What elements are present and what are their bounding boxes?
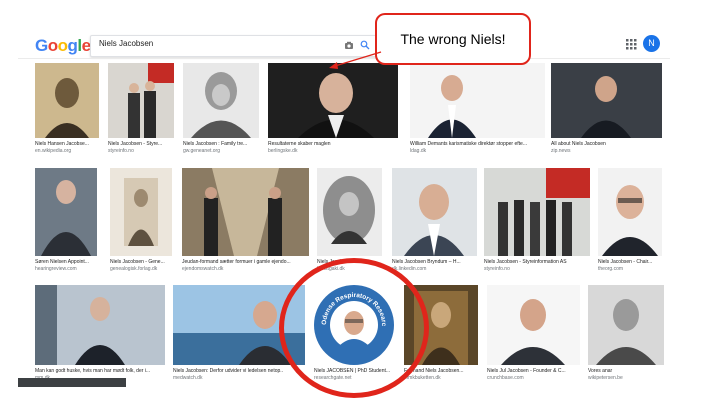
result-title[interactable]: Man kan godt huske, hvis man har mødt fo… [35,368,165,374]
result-image-13[interactable] [598,168,662,256]
apps-grid-icon[interactable] [626,39,637,50]
avatar[interactable]: N [643,35,660,52]
result-title[interactable]: Niels Hansen Jacobse... [35,141,105,147]
result-image-3[interactable] [183,63,259,138]
result-source: gw.geneanet.org [183,148,220,154]
result-source: hearingreview.com [35,266,77,272]
result-image-7[interactable] [35,168,97,256]
result-source: dk.linkedin.com [392,266,427,272]
result-title[interactable]: William Demants karismatiske direktør st… [410,141,545,147]
result-title[interactable]: Vores anar [588,368,664,374]
result-source: styreinfo.no [484,266,510,272]
result-title[interactable]: Niels Jul Jacobsen - Founder & C... [487,368,580,374]
result-image-14[interactable] [35,285,165,365]
result-title[interactable]: Jeudan-formand sætter formuer i gamle ej… [182,259,310,265]
callout-box: The wrong Niels! [375,13,531,65]
callout-arrow [329,51,382,69]
bottom-overlay-bar [18,378,126,387]
result-image-6[interactable] [551,63,662,138]
camera-icon[interactable] [344,40,354,50]
result-image-2[interactable] [108,63,174,138]
result-source: ldag.dk [410,148,427,154]
result-title[interactable]: Niels Jacobsen - Gene... [110,259,178,265]
result-source: ejendomswatch.dk [182,266,224,272]
result-title[interactable]: All about Niels Jacobsen [551,141,662,147]
result-source: wikipetersen.be [588,375,623,381]
result-image-11[interactable] [392,168,477,256]
result-image-4[interactable] [268,63,398,138]
google-logo[interactable]: Google [35,36,91,56]
result-title[interactable]: Niels Jacobsen - Styre... [108,141,178,147]
result-source: medwatch.dk [173,375,203,381]
highlight-circle [279,258,429,398]
search-query[interactable]: Niels Jacobsen [99,39,153,48]
result-image-12[interactable] [484,168,590,256]
result-title[interactable]: Søren Nielsen Appoint... [35,259,105,265]
result-source: berlingske.dk [268,148,298,154]
result-source: crunchbase.com [487,375,524,381]
result-image-8[interactable] [110,168,172,256]
result-source: theorg.com [598,266,624,272]
result-image-5[interactable] [410,63,545,138]
search-icon[interactable] [360,40,370,50]
result-image-9[interactable] [182,168,309,256]
result-source: en.wikipedia.org [35,148,72,154]
result-source: mmkbuketten.dk [404,375,441,381]
result-image-1[interactable] [35,63,99,138]
result-source: styreinfo.no [108,148,134,154]
result-image-10[interactable] [317,168,382,256]
result-title[interactable]: Niels Jacobsen : Family tre... [183,141,263,147]
result-title[interactable]: Resultaterne skaber maglen [268,141,398,147]
result-title[interactable]: Niels Jacobsen Bryndum – H... [392,259,477,265]
result-title[interactable]: Niels Jacobsen - Chair... [598,259,664,265]
result-title[interactable]: Niels Jacobsen: Derfor udvider vi ledels… [173,368,283,374]
result-image-19[interactable] [588,285,664,365]
result-source: zip.news [551,148,571,154]
result-image-18[interactable] [487,285,580,365]
result-source: genealogisk.forlag.dk [110,266,158,272]
result-title[interactable]: Formand Niels Jacobsen... [404,368,482,374]
result-title[interactable]: Niels Jacobsen - Styreinformation AS [484,259,590,265]
